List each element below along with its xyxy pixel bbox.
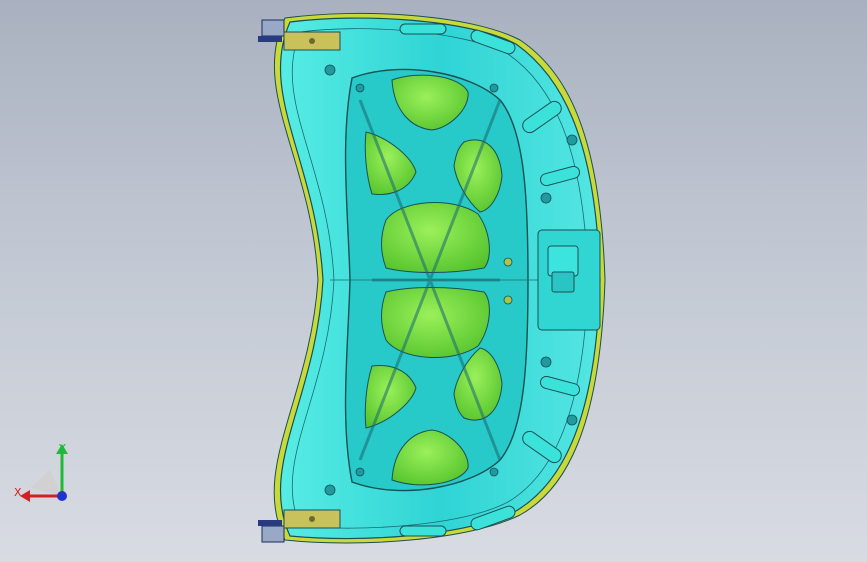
latch-area: [537, 229, 601, 331]
coordinate-triad: Y X: [14, 442, 68, 502]
x-axis-label: X: [14, 486, 22, 499]
graphics-viewport[interactable]: Y X: [0, 0, 867, 562]
hood-model[interactable]: [0, 0, 867, 562]
z-axis-dot: [57, 491, 67, 501]
triad-plane: [30, 470, 62, 496]
y-axis-label: Y: [58, 442, 66, 455]
